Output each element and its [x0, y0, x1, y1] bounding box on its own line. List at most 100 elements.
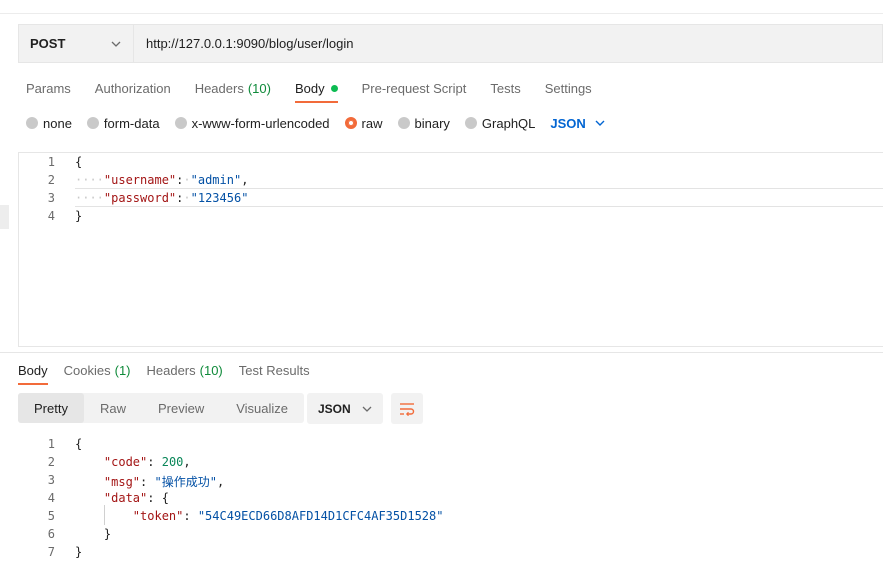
- brace: }: [75, 545, 83, 559]
- code-line: }: [75, 527, 111, 541]
- wrap-lines-button[interactable]: [391, 393, 423, 424]
- response-format-select[interactable]: JSON: [307, 393, 383, 424]
- tab-label: Pre-request Script: [361, 80, 467, 96]
- radio-graphql[interactable]: GraphQL: [464, 115, 536, 131]
- radio-circle-icon: [174, 117, 187, 129]
- code-line: "code": 200,: [103, 455, 191, 469]
- code-line: {: [75, 155, 82, 169]
- radio-raw[interactable]: raw: [344, 115, 383, 131]
- radio-selected-icon: [344, 117, 357, 129]
- tab-label: Headers: [194, 80, 244, 96]
- json-key: "password": [103, 191, 177, 205]
- tab-params[interactable]: Params: [26, 78, 71, 98]
- line-number: 3: [47, 473, 55, 487]
- radio-label: GraphQL: [481, 115, 536, 131]
- tab-test-results[interactable]: Test Results: [239, 360, 310, 380]
- json-key: "username": [103, 173, 177, 187]
- chevron-down-icon: [595, 120, 605, 126]
- request-bar: POST http://127.0.0.1:9090/blog/user/log…: [18, 24, 883, 63]
- response-tabs: Body Cookies (1) Headers (10) Test Results: [18, 360, 326, 385]
- radio-none[interactable]: none: [26, 116, 72, 131]
- tab-response-body[interactable]: Body: [18, 360, 48, 385]
- method-select[interactable]: POST: [18, 24, 133, 63]
- side-marker: [0, 205, 9, 229]
- headers-count: (10): [199, 362, 223, 378]
- tab-body[interactable]: Body: [294, 78, 338, 103]
- brace: {: [161, 491, 169, 505]
- brace: }: [75, 209, 83, 223]
- line-number: 5: [47, 509, 55, 523]
- line-number: 2: [47, 173, 55, 187]
- code-line: }: [75, 209, 82, 223]
- json-string: "54C49ECD66D8AFD14D1CFC4AF35D1528": [197, 509, 444, 523]
- code-line: "msg": "操作成功",: [103, 475, 225, 489]
- radio-circle-icon: [26, 117, 38, 129]
- radio-label: raw: [361, 115, 383, 131]
- json-key: "msg": [103, 475, 141, 489]
- tab-label: Test Results: [238, 362, 310, 378]
- radio-label: none: [43, 115, 72, 131]
- line-number: 6: [47, 527, 55, 541]
- brace: }: [103, 527, 112, 541]
- tab-settings[interactable]: Settings: [545, 78, 592, 98]
- radio-circle-icon: [86, 117, 99, 129]
- brace: {: [75, 155, 83, 169]
- chevron-down-icon: [111, 41, 121, 47]
- line-number: 7: [47, 545, 55, 559]
- radio-label: x-www-form-urlencoded: [191, 115, 330, 131]
- view-pretty-button[interactable]: Pretty: [18, 393, 84, 423]
- body-format-select[interactable]: JSON: [550, 116, 605, 131]
- radio-form-data[interactable]: form-data: [86, 115, 160, 131]
- line-number: 3: [47, 191, 55, 205]
- tab-cookies[interactable]: Cookies (1): [64, 360, 131, 380]
- tab-label: Body: [18, 362, 48, 378]
- tab-label: Tests: [490, 80, 521, 96]
- json-key: "token": [132, 509, 184, 523]
- request-tabs: Params Authorization Headers (10) Body Pr…: [26, 78, 616, 103]
- radio-circle-icon: [464, 117, 477, 129]
- cookies-count: (1): [114, 362, 131, 378]
- json-key: "data": [103, 491, 148, 505]
- active-dot-icon: [330, 84, 338, 92]
- tab-headers[interactable]: Headers (10): [195, 78, 271, 98]
- headers-count: (10): [247, 80, 271, 96]
- radio-x-www-form-urlencoded[interactable]: x-www-form-urlencoded: [174, 115, 330, 131]
- tab-label: Params: [26, 80, 71, 96]
- tab-label: Body: [294, 80, 325, 96]
- response-format-label: JSON: [318, 401, 351, 416]
- tab-tests[interactable]: Tests: [490, 78, 520, 98]
- url-input[interactable]: http://127.0.0.1:9090/blog/user/login: [133, 24, 883, 63]
- code-line: }: [75, 545, 82, 559]
- view-raw-button[interactable]: Raw: [84, 393, 142, 423]
- tab-pre-request-script[interactable]: Pre-request Script: [362, 78, 467, 98]
- body-type-options: none form-data x-www-form-urlencoded raw…: [26, 114, 606, 132]
- chevron-down-icon: [362, 406, 372, 412]
- json-number: 200: [161, 455, 184, 469]
- tab-label: Headers: [146, 362, 196, 378]
- pane-divider[interactable]: [0, 352, 883, 353]
- json-key: "code": [103, 455, 148, 469]
- tab-label: Settings: [544, 80, 592, 96]
- view-mode-group: Pretty Raw Preview Visualize: [18, 393, 305, 423]
- top-strip: [0, 0, 883, 14]
- tab-authorization[interactable]: Authorization: [95, 78, 171, 98]
- line-number: 1: [47, 437, 55, 451]
- view-visualize-button[interactable]: Visualize: [220, 393, 304, 423]
- line-number: 4: [47, 209, 55, 223]
- view-preview-button[interactable]: Preview: [142, 393, 220, 423]
- radio-label: form-data: [103, 115, 160, 131]
- code-line: "token": "54C49ECD66D8AFD14D1CFC4AF35D15…: [132, 509, 444, 523]
- comma: ,: [241, 173, 249, 187]
- radio-label: binary: [414, 115, 450, 131]
- code-line: ····"password":·"123456": [75, 191, 249, 205]
- code-line: {: [75, 437, 82, 451]
- brace: {: [75, 437, 83, 451]
- tab-label: Cookies: [63, 362, 111, 378]
- radio-binary[interactable]: binary: [397, 115, 450, 131]
- tab-response-headers[interactable]: Headers (10): [147, 360, 223, 380]
- line-number: 1: [47, 155, 55, 169]
- json-string: "操作成功": [154, 475, 217, 489]
- code-line: "data": {: [103, 491, 169, 505]
- comma: ,: [216, 475, 225, 489]
- json-string: "123456": [190, 191, 249, 205]
